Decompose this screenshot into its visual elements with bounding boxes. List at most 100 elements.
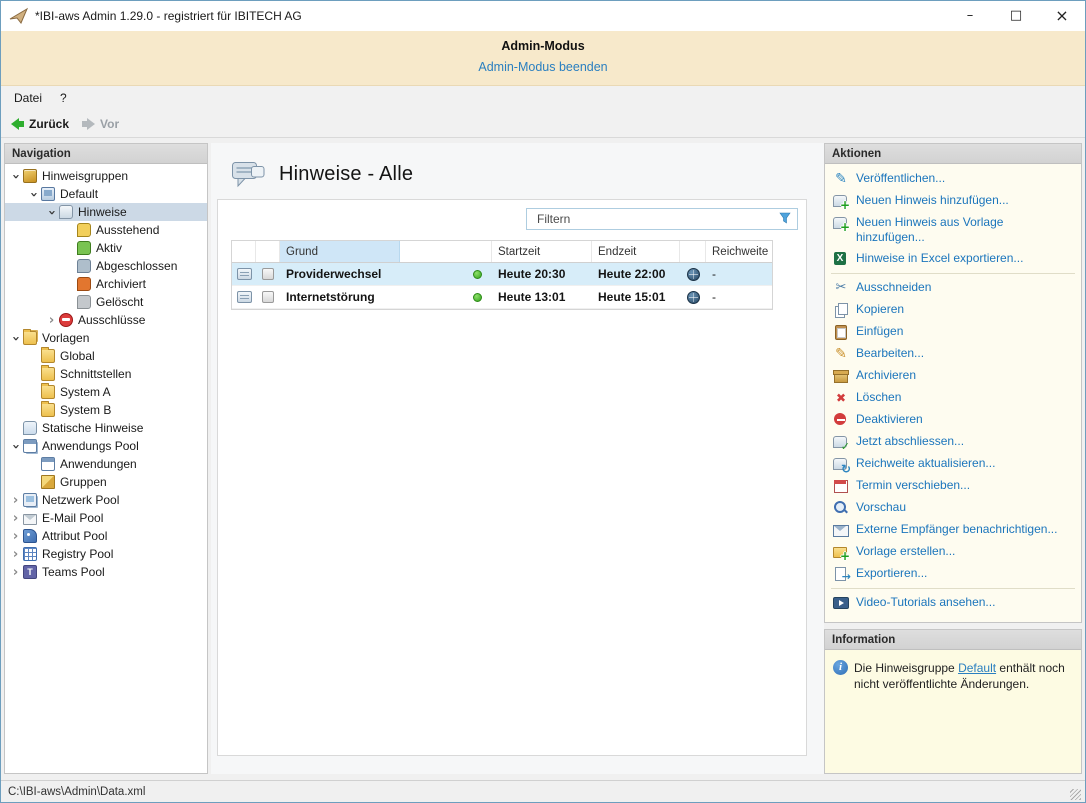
resize-grip[interactable] bbox=[1070, 789, 1081, 800]
cell-reichweite-icon bbox=[680, 291, 706, 304]
vorlagen-icon bbox=[23, 331, 37, 345]
column-header-grund[interactable]: Grund bbox=[280, 241, 400, 262]
expander-closed-icon[interactable]: › bbox=[9, 512, 22, 525]
tree-item-anwendungs-pool[interactable]: ›Anwendungs Pool bbox=[5, 437, 207, 455]
tree-item-e-mail-pool[interactable]: ›E-Mail Pool bbox=[5, 509, 207, 527]
filter-icon[interactable] bbox=[774, 209, 797, 230]
action-externe-empfaenger-benachrichtigen[interactable]: Externe Empfänger benachrichtigen... bbox=[825, 519, 1081, 541]
minimize-button[interactable]: – bbox=[947, 1, 993, 31]
content-area: Hinweise - Alle bbox=[211, 143, 824, 774]
tree-item-system-b[interactable]: System B bbox=[5, 401, 207, 419]
cell-type-icon bbox=[256, 268, 280, 280]
tree-item-schnittstellen[interactable]: Schnittstellen bbox=[5, 365, 207, 383]
action-reichweite-aktualisieren[interactable]: Reichweite aktualisieren... bbox=[825, 453, 1081, 475]
forward-button[interactable]: Vor bbox=[78, 115, 128, 133]
tree-item-hinweise[interactable]: ›Hinweise bbox=[5, 203, 207, 221]
empfaenger-icon bbox=[833, 522, 849, 538]
action-vorschau[interactable]: Vorschau bbox=[825, 497, 1081, 519]
menu-datei[interactable]: Datei bbox=[5, 87, 51, 109]
tree-item-netzwerk-pool[interactable]: ›Netzwerk Pool bbox=[5, 491, 207, 509]
veroeffentlichen-icon bbox=[833, 171, 849, 187]
tree-item-default[interactable]: ›Default bbox=[5, 185, 207, 203]
tree-item-label: Archiviert bbox=[96, 277, 146, 291]
table-row-providerwechsel[interactable]: ProviderwechselHeute 20:30Heute 22:00- bbox=[232, 263, 772, 286]
admin-mode-title: Admin-Modus bbox=[1, 39, 1085, 53]
expander-open-icon[interactable]: › bbox=[9, 170, 22, 183]
expander-closed-icon[interactable]: › bbox=[9, 548, 22, 561]
expander-closed-icon[interactable]: › bbox=[45, 314, 58, 327]
expander-open-icon[interactable]: › bbox=[9, 332, 22, 345]
column-header-icon-b[interactable] bbox=[256, 241, 280, 262]
vorlage-erstellen-icon bbox=[833, 544, 849, 560]
app-window: *IBI-aws Admin 1.29.0 - registriert für … bbox=[0, 0, 1086, 803]
action-loeschen[interactable]: Löschen bbox=[825, 387, 1081, 409]
action-exportieren[interactable]: Exportieren... bbox=[825, 563, 1081, 585]
action-bearbeiten[interactable]: Bearbeiten... bbox=[825, 343, 1081, 365]
tree-item-aktiv[interactable]: Aktiv bbox=[5, 239, 207, 257]
back-button[interactable]: Zurück bbox=[7, 115, 78, 133]
tree-item-vorlagen[interactable]: ›Vorlagen bbox=[5, 329, 207, 347]
title-bar: *IBI-aws Admin 1.29.0 - registriert für … bbox=[1, 1, 1085, 31]
action-einfuegen[interactable]: Einfügen bbox=[825, 321, 1081, 343]
action-vorlage-erstellen[interactable]: Vorlage erstellen... bbox=[825, 541, 1081, 563]
tree-item-hinweisgruppen[interactable]: ›Hinweisgruppen bbox=[5, 167, 207, 185]
exportieren-icon bbox=[833, 566, 849, 582]
action-hinweise-in-excel-exportieren[interactable]: Hinweise in Excel exportieren... bbox=[825, 248, 1081, 270]
tree-item-archiviert[interactable]: Archiviert bbox=[5, 275, 207, 293]
expander-open-icon[interactable]: › bbox=[45, 206, 58, 219]
tree-item-label: Aktiv bbox=[96, 241, 122, 255]
default-group-link[interactable]: Default bbox=[958, 661, 996, 675]
tree-item-ausschluesse[interactable]: ›Ausschlüsse bbox=[5, 311, 207, 329]
menu-help[interactable]: ? bbox=[51, 87, 76, 109]
expander-closed-icon[interactable]: › bbox=[9, 566, 22, 579]
termin-verschieben-icon bbox=[833, 478, 849, 494]
tree-item-global[interactable]: Global bbox=[5, 347, 207, 365]
maximize-button[interactable]: □ bbox=[993, 1, 1039, 31]
tree-item-label: Anwendungen bbox=[60, 457, 137, 471]
action-label: Neuen Hinweis hinzufügen... bbox=[856, 193, 1073, 208]
tree-item-geloescht[interactable]: Gelöscht bbox=[5, 293, 207, 311]
action-video-tutorials-ansehen[interactable]: Video-Tutorials ansehen... bbox=[825, 592, 1081, 614]
tree-item-ausstehend[interactable]: Ausstehend bbox=[5, 221, 207, 239]
action-deaktivieren[interactable]: Deaktivieren bbox=[825, 409, 1081, 431]
cell-grund: Internetstörung bbox=[280, 290, 400, 304]
column-header-reichweite[interactable]: Reichweite bbox=[706, 241, 772, 262]
expander-closed-icon[interactable]: › bbox=[9, 494, 22, 507]
action-ausschneiden[interactable]: Ausschneiden bbox=[825, 277, 1081, 299]
cell-status bbox=[400, 293, 492, 302]
tree-item-system-a[interactable]: System A bbox=[5, 383, 207, 401]
tree-item-gruppen[interactable]: Gruppen bbox=[5, 473, 207, 491]
folder-icon bbox=[41, 367, 55, 381]
action-neuen-hinweis-hinzufuegen[interactable]: Neuen Hinweis hinzufügen... bbox=[825, 190, 1081, 212]
close-button[interactable]: × bbox=[1039, 1, 1085, 31]
tree-item-abgeschlossen[interactable]: Abgeschlossen bbox=[5, 257, 207, 275]
column-header-endzeit[interactable]: Endzeit bbox=[592, 241, 680, 262]
back-arrow-icon bbox=[11, 118, 24, 130]
tree-item-label: Abgeschlossen bbox=[96, 259, 177, 273]
information-header: Information bbox=[825, 630, 1081, 650]
email-pool-icon bbox=[23, 514, 37, 525]
column-header-icon-a[interactable] bbox=[232, 241, 256, 262]
tree-item-teams-pool[interactable]: ›Teams Pool bbox=[5, 563, 207, 581]
column-header-startzeit[interactable]: Startzeit bbox=[492, 241, 592, 262]
action-jetzt-abschliessen[interactable]: Jetzt abschliessen... bbox=[825, 431, 1081, 453]
expander-open-icon[interactable]: › bbox=[27, 188, 40, 201]
tree-item-label: Gelöscht bbox=[96, 295, 143, 309]
tree-item-statische-hinweise[interactable]: Statische Hinweise bbox=[5, 419, 207, 437]
action-archivieren[interactable]: Archivieren bbox=[825, 365, 1081, 387]
action-termin-verschieben[interactable]: Termin verschieben... bbox=[825, 475, 1081, 497]
action-neuen-hinweis-aus-vorlage-hinzufuegen[interactable]: Neuen Hinweis aus Vorlage hinzufügen... bbox=[825, 212, 1081, 248]
tree-item-attribut-pool[interactable]: ›Attribut Pool bbox=[5, 527, 207, 545]
action-veroeffentlichen[interactable]: Veröffentlichen... bbox=[825, 168, 1081, 190]
hinweise-icon bbox=[59, 205, 73, 219]
tree-item-anwendungen[interactable]: Anwendungen bbox=[5, 455, 207, 473]
column-header-status[interactable] bbox=[400, 241, 492, 262]
column-header-reichweite-icon[interactable] bbox=[680, 241, 706, 262]
filter-input[interactable] bbox=[527, 212, 774, 226]
tree-item-registry-pool[interactable]: ›Registry Pool bbox=[5, 545, 207, 563]
action-kopieren[interactable]: Kopieren bbox=[825, 299, 1081, 321]
table-row-internetstoerung[interactable]: InternetstörungHeute 13:01Heute 15:01- bbox=[232, 286, 772, 309]
admin-mode-exit-link[interactable]: Admin-Modus beenden bbox=[478, 60, 607, 74]
expander-closed-icon[interactable]: › bbox=[9, 530, 22, 543]
expander-open-icon[interactable]: › bbox=[9, 440, 22, 453]
